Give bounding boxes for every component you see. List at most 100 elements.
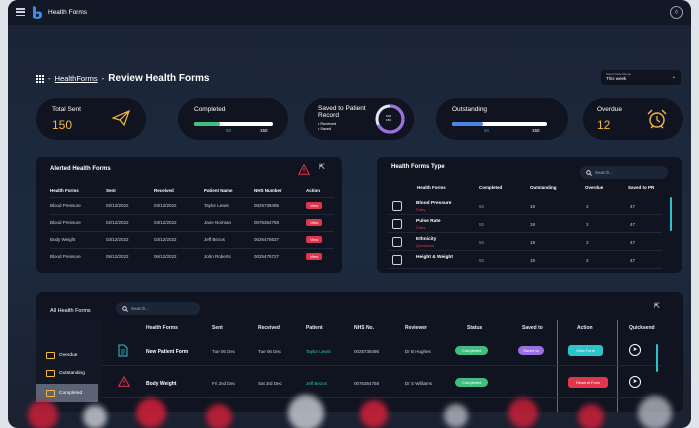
table-row: Body Weight 03/12/2022 03/12/2022 Jeff Bezo… (50, 231, 334, 248)
form-type-subtitle: Questions (416, 243, 435, 248)
column-header: Saved to (522, 325, 543, 331)
saved-value: 47 (630, 204, 636, 209)
stat-label: Overdue (597, 106, 622, 113)
view-button[interactable]: View (306, 253, 323, 261)
patient-link[interactable]: Jeff Bezos (306, 381, 327, 386)
table-row[interactable]: New Patient Form Tue 06 Dec Tue 06 Dec Tayl… (102, 336, 662, 366)
quicksend-button[interactable]: ➤ (629, 376, 641, 388)
type-row[interactable]: Pulse Rate Diary 50 19 3 47 (387, 215, 662, 233)
completed-progress-fill (194, 122, 221, 126)
view-button[interactable]: View (306, 202, 323, 209)
menu-icon[interactable] (16, 8, 25, 16)
table-cell: Blood Pressure (50, 254, 81, 260)
completed-count: 50 (226, 128, 232, 133)
type-row[interactable]: Height & Weight 50 19 3 47 (387, 251, 662, 269)
table-cell: Blood Pressure (50, 203, 81, 208)
nav-label: Completed (59, 390, 83, 396)
stat-saved: Saved to Patient Record • Received • Sav… (304, 98, 414, 140)
search-icon (122, 305, 128, 312)
saved-value: 47 (630, 222, 636, 227)
overdue-value: 3 (586, 222, 589, 227)
breadcrumb-separator: - (101, 74, 105, 83)
notification-bell-icon[interactable]: ◊ (670, 6, 683, 19)
table-row: Blood Pressure 02/12/2022 03/12/2022 Jane N… (50, 214, 334, 231)
table-cell: Blood Pressure (50, 220, 81, 225)
table-cell: Jane Norman (204, 220, 232, 225)
all-health-forms-panel: All Health Forms Search... ⇱ Overdue Out… (36, 292, 683, 412)
table-cell: 03/12/2022 (154, 220, 177, 225)
form-type-icon (392, 201, 402, 211)
completed-value: 50 (479, 222, 485, 227)
search-icon (586, 169, 592, 176)
panel-title: Health Forms Type (391, 164, 445, 170)
nav-overdue[interactable]: Overdue (36, 346, 98, 364)
completed-progress-bar (194, 122, 273, 126)
form-type-name: Blood Pressure (416, 201, 452, 206)
warning-icon (298, 164, 310, 175)
table-cell: 02/12/2022 (106, 220, 129, 225)
nhs-number: 0076364758 (354, 381, 380, 386)
sent-date: Fri 2nd Dec (212, 381, 236, 386)
column-header: NHS Number (254, 188, 282, 194)
stat-outstanding: Outstanding 50 150 (436, 98, 568, 140)
quicksend-button[interactable]: ➤ (629, 344, 641, 356)
table-header-row: Health Forms Sent Received Patient Name … (50, 185, 334, 197)
scrollbar-thumb[interactable] (670, 197, 672, 231)
status-nav: Overdue Outstanding Completed (36, 320, 102, 412)
outstanding-progress-bar (452, 122, 547, 126)
column-header: Reviewer (405, 325, 427, 331)
saved-value: 47 (630, 258, 636, 263)
form-type-icon (392, 219, 402, 229)
breadcrumb-separator: - (48, 74, 51, 83)
patient-link[interactable]: Taylor Lewis (306, 349, 331, 354)
table-cell: 0026475637 (254, 237, 280, 242)
logo-icon (33, 6, 42, 19)
table-row: Blood Pressure 02/12/2022 03/12/2022 Taylor… (50, 197, 334, 214)
received-date: Tue 06 Dec (258, 349, 282, 354)
column-header: Health Forms (146, 325, 178, 331)
warning-icon (117, 375, 131, 389)
table-cell: 0025475727 (254, 254, 280, 260)
all-forms-search-input[interactable]: Search... (116, 302, 200, 315)
stat-label: Outstanding (452, 106, 488, 113)
table-cell: 03/12/2022 (154, 203, 177, 208)
overdue-value: 3 (586, 258, 589, 263)
action-button[interactable]: Resend Form (568, 377, 609, 388)
nav-outstanding[interactable]: Outstanding (36, 364, 98, 382)
breadcrumb-link-healthforms[interactable]: HealthForms (55, 74, 98, 83)
column-header: Completed (479, 185, 503, 190)
stat-value: 12 (597, 118, 611, 132)
column-header: Overdue (585, 185, 604, 190)
table-row[interactable]: Body Weight Fri 2nd Dec Sat 3rd Dec Jeff Be… (102, 368, 662, 398)
completed-value: 50 (479, 204, 485, 209)
outstanding-value: 19 (530, 222, 536, 227)
form-name: New Patient Form (146, 349, 189, 355)
type-row[interactable]: Ethnicity Questions 50 19 3 47 (387, 233, 662, 251)
expand-icon[interactable]: ⇱ (319, 163, 325, 171)
ring-text-2: 150 (386, 118, 392, 122)
stat-value: 150 (52, 118, 73, 132)
app-window: Health Forms ◊ - HealthForms - Review He… (8, 0, 691, 428)
action-column-highlight (557, 320, 618, 412)
column-header: Patient (306, 325, 323, 331)
stat-completed: Completed 50 150 (178, 98, 288, 140)
apps-grid-icon[interactable] (36, 74, 44, 83)
type-row[interactable]: Blood Pressure Diary 50 19 3 47 (387, 197, 662, 215)
outstanding-progress-fill (452, 122, 484, 126)
folder-icon (46, 351, 55, 359)
view-button[interactable]: View (306, 219, 323, 226)
expand-icon[interactable]: ⇱ (654, 302, 660, 310)
column-header: Sent (106, 188, 116, 194)
column-header: Saved to PR (628, 185, 655, 190)
panel-title: Alerted Health Forms (50, 166, 111, 172)
column-header: Received (258, 325, 280, 331)
table-cell: 02/12/2022 (106, 203, 129, 208)
view-button[interactable]: View (306, 236, 323, 243)
action-button[interactable]: View Form (568, 345, 604, 356)
legend-received: • Received (318, 122, 337, 126)
table-cell: Body Weight (50, 237, 76, 242)
chevron-down-icon: ⌄ (671, 74, 676, 80)
date-range-select[interactable]: Select Date Range This week ⌄ (601, 70, 681, 85)
types-search-input[interactable]: Search... (580, 166, 668, 179)
scrollbar-thumb[interactable] (656, 344, 658, 372)
